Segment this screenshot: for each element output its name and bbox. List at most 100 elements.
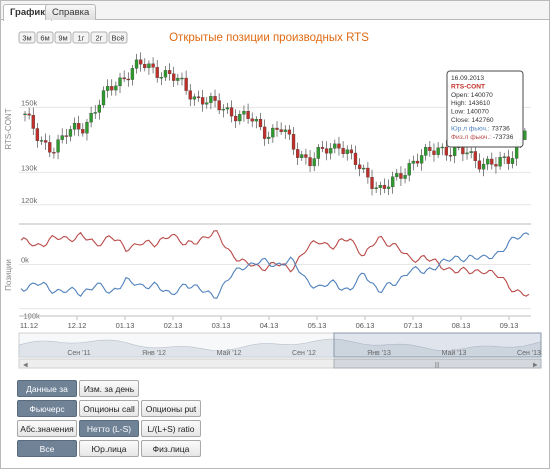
x-tick-label: 03.13	[212, 321, 231, 330]
candle-body	[329, 148, 333, 154]
scrollbar-grip-icon: |||	[435, 363, 440, 369]
candle-body	[242, 110, 246, 115]
candle-body	[105, 86, 110, 91]
tooltip-ticker: RTS-CONT	[451, 83, 485, 90]
candle-body	[172, 73, 176, 81]
tooltip-date: 16.09.2013	[451, 75, 484, 82]
candle-body	[110, 86, 114, 91]
price-tick-label: 120k	[21, 196, 38, 205]
candle-body	[473, 151, 477, 161]
candle-body	[143, 64, 147, 69]
candle-body	[267, 136, 271, 139]
candle-body	[81, 129, 85, 134]
candle-body	[407, 163, 411, 176]
candle-body	[415, 160, 420, 164]
candle-body	[333, 143, 337, 149]
tooltip-close: Close: 142760	[451, 117, 494, 124]
candle-body	[163, 70, 168, 78]
tooltip-high: High: 143610	[451, 100, 491, 107]
navigator[interactable]: Сен '11 Янв '12 Май '12 Сен '12 Янв '13 Май '…	[18, 332, 542, 369]
tooltip-open: Open: 140070	[451, 92, 493, 99]
candle-body	[184, 77, 188, 91]
candle-body	[139, 59, 143, 65]
candle-body	[258, 118, 263, 128]
control-button-row3-2[interactable]: L/(L+S) ratio	[141, 420, 201, 437]
candle-body	[523, 130, 527, 140]
control-button-row4-2[interactable]: Физ.лица	[141, 440, 201, 457]
control-button-row3-1[interactable]: Нетто (L-S)	[79, 420, 139, 437]
candle-body	[395, 173, 399, 177]
candle-body	[126, 78, 130, 81]
candle-body	[188, 90, 192, 100]
candle-body	[114, 85, 118, 91]
chart-title: Открытые позиции производных RTS	[169, 32, 369, 44]
candle-body	[39, 140, 44, 142]
price-axis-title: RTS-CONT	[4, 108, 13, 149]
control-button-row2-2[interactable]: Опционы put	[141, 400, 201, 417]
candle-body	[205, 102, 209, 105]
x-tick-label: 02.13	[164, 321, 183, 330]
candle-body	[229, 107, 234, 117]
candle-body	[411, 160, 415, 164]
tab-help[interactable]: Справка	[45, 4, 97, 20]
candle-body	[68, 129, 73, 137]
scroll-left-icon[interactable]: ◀	[23, 363, 28, 369]
candle-body	[436, 147, 440, 155]
navigator-label: Сен '13	[517, 350, 541, 357]
control-button-row1-0[interactable]: Данные за день	[17, 380, 77, 411]
candle-body	[246, 110, 250, 119]
candle-body	[444, 146, 449, 156]
control-button-row2-1[interactable]: Опционы call	[79, 400, 139, 417]
navigator-label: Сен '12	[292, 350, 316, 357]
candle-body	[72, 123, 77, 130]
control-button-row4-0[interactable]: Все	[17, 440, 77, 457]
zoom-button-label: 9м	[58, 34, 67, 43]
zoom-button-label: 6м	[40, 34, 49, 43]
price-tick-label: 150k	[21, 98, 38, 107]
candle-body	[490, 158, 494, 165]
candle-body	[48, 142, 52, 153]
zoom-button-label: 3м	[22, 34, 31, 43]
candle-body	[465, 152, 469, 155]
chart-svg: 3м 6м 9м 1г 2г Всё Открытые позиции производн…	[4, 31, 542, 369]
candle-body	[44, 140, 48, 143]
candle-body	[349, 149, 354, 154]
control-button-row2-0[interactable]: Фьючерс	[17, 400, 77, 417]
scroll-right-icon[interactable]: ▶	[533, 363, 538, 369]
navigator-label: Сен '11	[67, 350, 90, 357]
candle-body	[56, 139, 60, 153]
candle-body	[118, 77, 122, 87]
candle-body	[130, 68, 135, 80]
candle-body	[217, 100, 221, 111]
control-button-row4-1[interactable]: Юр.лица	[79, 440, 139, 457]
candle-body	[308, 157, 312, 167]
candle-body	[283, 129, 287, 132]
participant-row: Все Юр.лица Физ.лица	[17, 440, 201, 457]
candle-body	[180, 77, 184, 80]
candle-body	[403, 175, 407, 179]
navigator-label: Май '13	[442, 349, 467, 357]
x-tick-label: 12.12	[68, 321, 87, 330]
candle-body	[101, 90, 106, 106]
candle-body	[498, 157, 502, 167]
control-button-row3-0[interactable]: Абс.значения	[17, 420, 77, 437]
positions-panel: 0k-100k	[19, 223, 531, 321]
candle-body	[370, 177, 374, 189]
candle-body	[452, 147, 457, 156]
candle-body	[341, 148, 345, 154]
tooltip: 16.09.2013RTS-CONT Open: 140070High: 1436…	[446, 70, 524, 148]
candle-body	[366, 167, 370, 178]
x-tick-label: 06.13	[356, 321, 375, 330]
positions-series-line-1	[20, 232, 530, 299]
tooltip-legal: Юр.л фьюч.: 73736	[451, 125, 510, 132]
candle-body	[122, 77, 126, 80]
candle-body	[89, 112, 93, 123]
navigator-selection[interactable]	[333, 332, 542, 358]
chart-area: 3м 6м 9м 1г 2г Всё Открытые позиции производн…	[1, 21, 549, 373]
candle-body	[77, 123, 81, 130]
candle-body	[167, 70, 172, 74]
candle-body	[64, 135, 68, 137]
control-button-row1-1[interactable]: Изм. за день	[79, 380, 139, 397]
candle-body	[312, 158, 316, 167]
candle-body	[440, 146, 444, 149]
